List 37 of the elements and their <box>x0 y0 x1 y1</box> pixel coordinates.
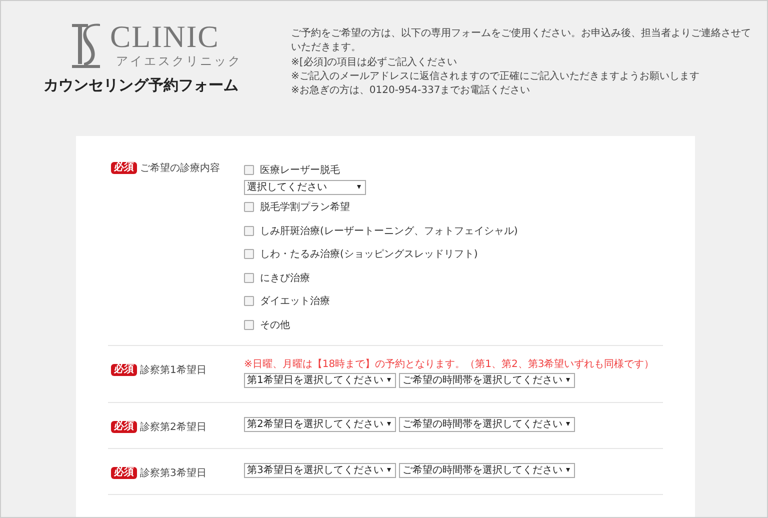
checkbox-label[interactable]: にきび治療 <box>260 270 310 285</box>
logo-name: CLINIC <box>110 21 220 53</box>
checkbox-label[interactable]: 脱毛学割プラン希望 <box>260 200 350 214</box>
checkbox[interactable] <box>244 249 254 260</box>
note-text: ※お急ぎの方は、0120-954-337までお電話ください <box>291 84 532 98</box>
dropdown[interactable]: ご希望の時間帯を選択してください <box>399 462 576 478</box>
checkbox-label[interactable]: しわ・たるみ治療(ショッピングスレッドリフト) <box>260 247 478 262</box>
logo-subtitle: アイエスクリニック <box>116 53 242 70</box>
checkbox[interactable] <box>244 320 254 330</box>
checkbox-label[interactable]: ダイエット治療 <box>260 294 330 308</box>
checkbox-label[interactable]: その他 <box>260 318 290 332</box>
note-text: ※ご記入のメールアドレスに返信されますので正確にご記入いただきますようお願いします <box>291 70 700 84</box>
checkbox[interactable] <box>244 272 254 283</box>
field-label: 診察第3希望日 <box>140 466 206 480</box>
checkbox-label[interactable]: 医療レーザー脱毛 <box>260 162 340 177</box>
field-label: 診察第1希望日 <box>140 364 206 376</box>
dropdown[interactable]: 第3希望日を選択してください <box>244 462 396 478</box>
notice-text: ※日曜、月曜は【18時まで】の予約となります。（第1、第2、第3希望いずれも同様です） <box>244 358 654 370</box>
checkbox[interactable] <box>244 296 254 306</box>
required-badge: 必須 <box>111 364 137 376</box>
checkbox[interactable] <box>244 202 254 212</box>
dropdown[interactable]: 選択してください <box>244 180 366 194</box>
dropdown[interactable]: 第2希望日を選択してください <box>244 416 396 432</box>
checkbox[interactable] <box>244 164 254 175</box>
dropdown[interactable]: ご希望の時間帯を選択してください <box>399 372 576 388</box>
required-badge: 必須 <box>111 162 137 174</box>
page-title: カウンセリング予約フォーム <box>44 76 238 95</box>
field-label: ご希望の診療内容 <box>140 162 220 175</box>
checkbox[interactable] <box>244 226 254 236</box>
note-text: ※[必須]の項目は必ずご記入ください <box>291 56 458 70</box>
required-badge: 必須 <box>111 420 137 432</box>
dropdown[interactable]: ご希望の時間帯を選択してください <box>399 416 576 432</box>
dropdown[interactable]: 第1希望日を選択してください <box>244 372 396 388</box>
checkbox-label[interactable]: しみ肝斑治療(レーザートーニング、フォトフェイシャル) <box>260 224 518 238</box>
intro-text: ご予約をご希望の方は、以下の専用フォームをご使用ください。お申込み後、担当者よりご連絡させていただきます。 <box>291 27 751 55</box>
required-badge: 必須 <box>111 466 137 478</box>
field-label: 診察第2希望日 <box>140 420 206 434</box>
